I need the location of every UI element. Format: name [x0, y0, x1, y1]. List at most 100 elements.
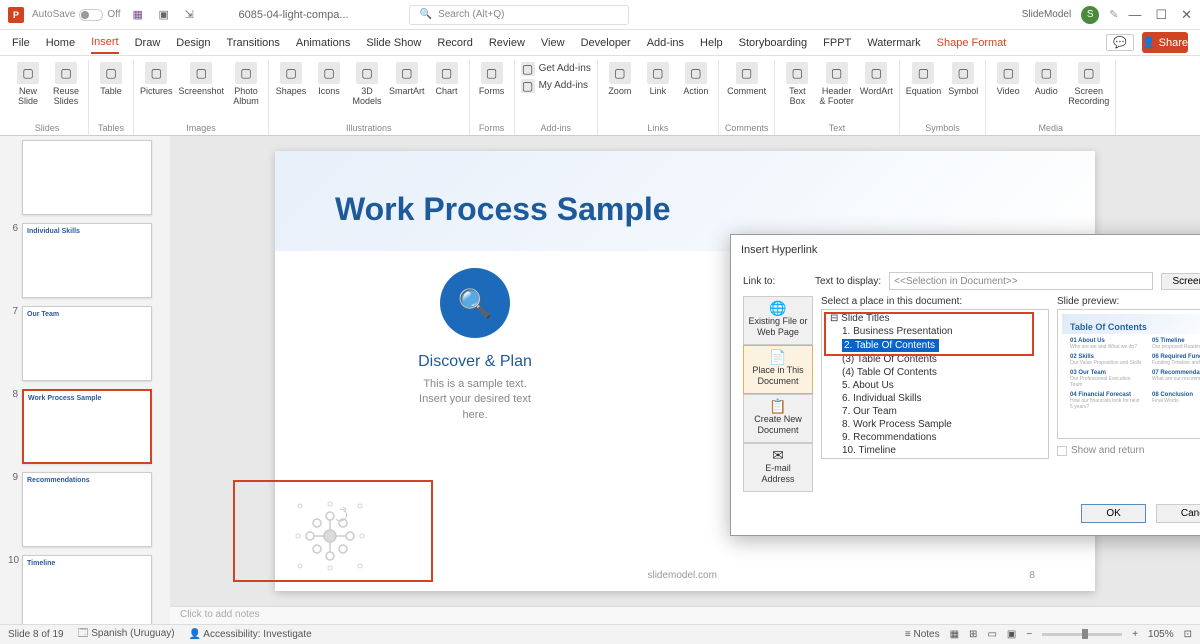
- document-title[interactable]: 6085-04-light-compa...: [239, 9, 349, 21]
- tab-file[interactable]: File: [12, 33, 30, 53]
- tree-item[interactable]: 2. Table Of Contents: [824, 338, 1046, 353]
- ribbon-table[interactable]: ▢Table: [95, 60, 127, 121]
- export-icon[interactable]: ⇲: [185, 8, 199, 22]
- tree-item[interactable]: 8. Work Process Sample: [824, 418, 1046, 431]
- notes-toggle[interactable]: ≡ Notes: [905, 629, 940, 640]
- tab-storyboarding[interactable]: Storyboarding: [739, 33, 808, 53]
- linkto-tab-create-new[interactable]: 📋Create NewDocument: [743, 394, 813, 443]
- toggle-off-icon[interactable]: [79, 9, 103, 21]
- accessibility-indicator[interactable]: 👤 Accessibility: Investigate: [189, 629, 312, 640]
- slide-thumbnail[interactable]: Individual Skills: [22, 223, 152, 298]
- thumbnail-row[interactable]: 6Individual Skills: [8, 223, 162, 298]
- tab-design[interactable]: Design: [176, 33, 210, 53]
- ribbon-pictures[interactable]: ▢Pictures: [140, 60, 173, 121]
- language-indicator[interactable]: 🗔 Spanish (Uruguay): [78, 626, 175, 643]
- ribbon-forms[interactable]: ▢Forms: [476, 60, 508, 121]
- ribbon-smartart[interactable]: ▢SmartArt: [389, 60, 425, 121]
- ribbon-equation[interactable]: ▢Equation: [906, 60, 942, 121]
- slide-thumbnail[interactable]: Timeline: [22, 555, 152, 624]
- ribbon-link[interactable]: ▢Link: [642, 60, 674, 121]
- search-input[interactable]: 🔍 Search (Alt+Q): [409, 5, 629, 25]
- zoom-slider[interactable]: [1042, 633, 1122, 636]
- tab-review[interactable]: Review: [489, 33, 525, 53]
- tree-item[interactable]: 6. Individual Skills: [824, 392, 1046, 405]
- slide-thumbnail[interactable]: Work Process Sample: [22, 389, 152, 464]
- minimize-icon[interactable]: —: [1128, 7, 1141, 23]
- ribbon-header-&-footer[interactable]: ▢Header& Footer: [819, 60, 854, 121]
- ribbon-new-slide[interactable]: ▢NewSlide: [12, 60, 44, 121]
- share-button[interactable]: 👤 Share: [1142, 32, 1188, 53]
- ribbon-my-add-ins[interactable]: ▢My Add-ins: [521, 77, 588, 93]
- tree-item[interactable]: (4) Table Of Contents: [824, 366, 1046, 379]
- tab-help[interactable]: Help: [700, 33, 723, 53]
- tab-insert[interactable]: Insert: [91, 32, 119, 54]
- ribbon-shapes[interactable]: ▢Shapes: [275, 60, 307, 121]
- tab-animations[interactable]: Animations: [296, 33, 350, 53]
- ribbon-zoom[interactable]: ▢Zoom: [604, 60, 636, 121]
- present-icon[interactable]: ▣: [159, 8, 173, 22]
- ribbon-photo-album[interactable]: ▢PhotoAlbum: [230, 60, 262, 121]
- ribbon-text-box[interactable]: ▢TextBox: [781, 60, 813, 121]
- ribbon-screenshot[interactable]: ▢Screenshot: [179, 60, 225, 121]
- pen-icon[interactable]: ✎: [1109, 8, 1118, 21]
- tree-item[interactable]: 5. About Us: [824, 379, 1046, 392]
- save-icon[interactable]: ▦: [133, 8, 147, 22]
- document-tree[interactable]: ⊟ Slide Titles 1. Business Presentation2…: [821, 309, 1049, 459]
- slideshow-view-icon[interactable]: ▣: [1007, 629, 1016, 640]
- zoom-in-icon[interactable]: +: [1132, 629, 1138, 640]
- notes-pane[interactable]: Click to add notes: [170, 606, 1200, 624]
- fit-icon[interactable]: ⊡: [1184, 629, 1192, 640]
- tab-developer[interactable]: Developer: [581, 33, 631, 53]
- dialog-titlebar[interactable]: Insert Hyperlink ? ✕: [731, 235, 1200, 264]
- slide-thumbnail[interactable]: Our Team: [22, 306, 152, 381]
- tab-fppt[interactable]: FPPT: [823, 33, 851, 53]
- autosave-toggle[interactable]: AutoSave Off: [32, 9, 121, 21]
- ribbon-audio[interactable]: ▢Audio: [1030, 60, 1062, 121]
- thumbnail-row[interactable]: [8, 140, 162, 215]
- sorter-view-icon[interactable]: ⊞: [969, 629, 977, 640]
- tab-transitions[interactable]: Transitions: [227, 33, 280, 53]
- ribbon-symbol[interactable]: ▢Symbol: [947, 60, 979, 121]
- linkto-tab-existing-file-or[interactable]: 🌐Existing File orWeb Page: [743, 296, 813, 345]
- discover-heading[interactable]: Discover & Plan: [365, 353, 585, 371]
- ribbon-wordart[interactable]: ▢WordArt: [860, 60, 893, 121]
- comments-icon[interactable]: 💬: [1106, 34, 1134, 51]
- tree-item[interactable]: 10. Timeline: [824, 444, 1046, 457]
- linkto-tab-place-in-this[interactable]: 📄Place in ThisDocument: [743, 345, 813, 394]
- tree-item[interactable]: (3) Table Of Contents: [824, 353, 1046, 366]
- linkto-tab-e-mail-address[interactable]: ✉E-mail Address: [743, 443, 813, 492]
- slide-canvas[interactable]: Work Process Sample 🔍 Discover & Plan Th…: [170, 136, 1200, 606]
- account-name[interactable]: SlideModel: [1022, 9, 1071, 20]
- ribbon-3d-models[interactable]: ▢3DModels: [351, 60, 383, 121]
- normal-view-icon[interactable]: ▦: [950, 629, 959, 640]
- discover-text[interactable]: This is a sample text. Insert your desir…: [365, 377, 585, 423]
- ribbon-action[interactable]: ▢Action: [680, 60, 712, 121]
- slide-thumbnails-panel[interactable]: 6Individual Skills 7Our Team 8Work Process…: [0, 136, 170, 624]
- tree-item[interactable]: 9. Recommendations: [824, 431, 1046, 444]
- ribbon-chart[interactable]: ▢Chart: [431, 60, 463, 121]
- ribbon-screen-recording[interactable]: ▢ScreenRecording: [1068, 60, 1109, 121]
- slide-thumbnail[interactable]: [22, 140, 152, 215]
- close-icon[interactable]: ✕: [1181, 7, 1192, 23]
- tab-view[interactable]: View: [541, 33, 565, 53]
- tab-slide-show[interactable]: Slide Show: [366, 33, 421, 53]
- ribbon-comment[interactable]: ▢Comment: [727, 60, 766, 121]
- ok-button[interactable]: OK: [1081, 504, 1145, 523]
- slide-thumbnail[interactable]: Recommendations: [22, 472, 152, 547]
- zoom-out-icon[interactable]: −: [1026, 629, 1032, 640]
- ribbon-reuse-slides[interactable]: ▢ReuseSlides: [50, 60, 82, 121]
- reading-view-icon[interactable]: ▭: [987, 629, 996, 640]
- screentip-button[interactable]: ScreenTip...: [1161, 273, 1200, 290]
- thumbnail-row[interactable]: 7Our Team: [8, 306, 162, 381]
- tab-watermark[interactable]: Watermark: [867, 33, 920, 53]
- tree-item[interactable]: 7. Our Team: [824, 405, 1046, 418]
- thumbnail-row[interactable]: 9Recommendations: [8, 472, 162, 547]
- tree-root[interactable]: ⊟ Slide Titles: [824, 312, 1046, 325]
- thumbnail-row[interactable]: 10Timeline: [8, 555, 162, 624]
- tab-draw[interactable]: Draw: [135, 33, 161, 53]
- thumbnail-row[interactable]: 8Work Process Sample: [8, 389, 162, 464]
- tree-item[interactable]: 1. Business Presentation: [824, 325, 1046, 338]
- account-avatar[interactable]: S: [1081, 6, 1099, 24]
- slide-title[interactable]: Work Process Sample: [335, 191, 1035, 228]
- slide-counter[interactable]: Slide 8 of 19: [8, 629, 64, 640]
